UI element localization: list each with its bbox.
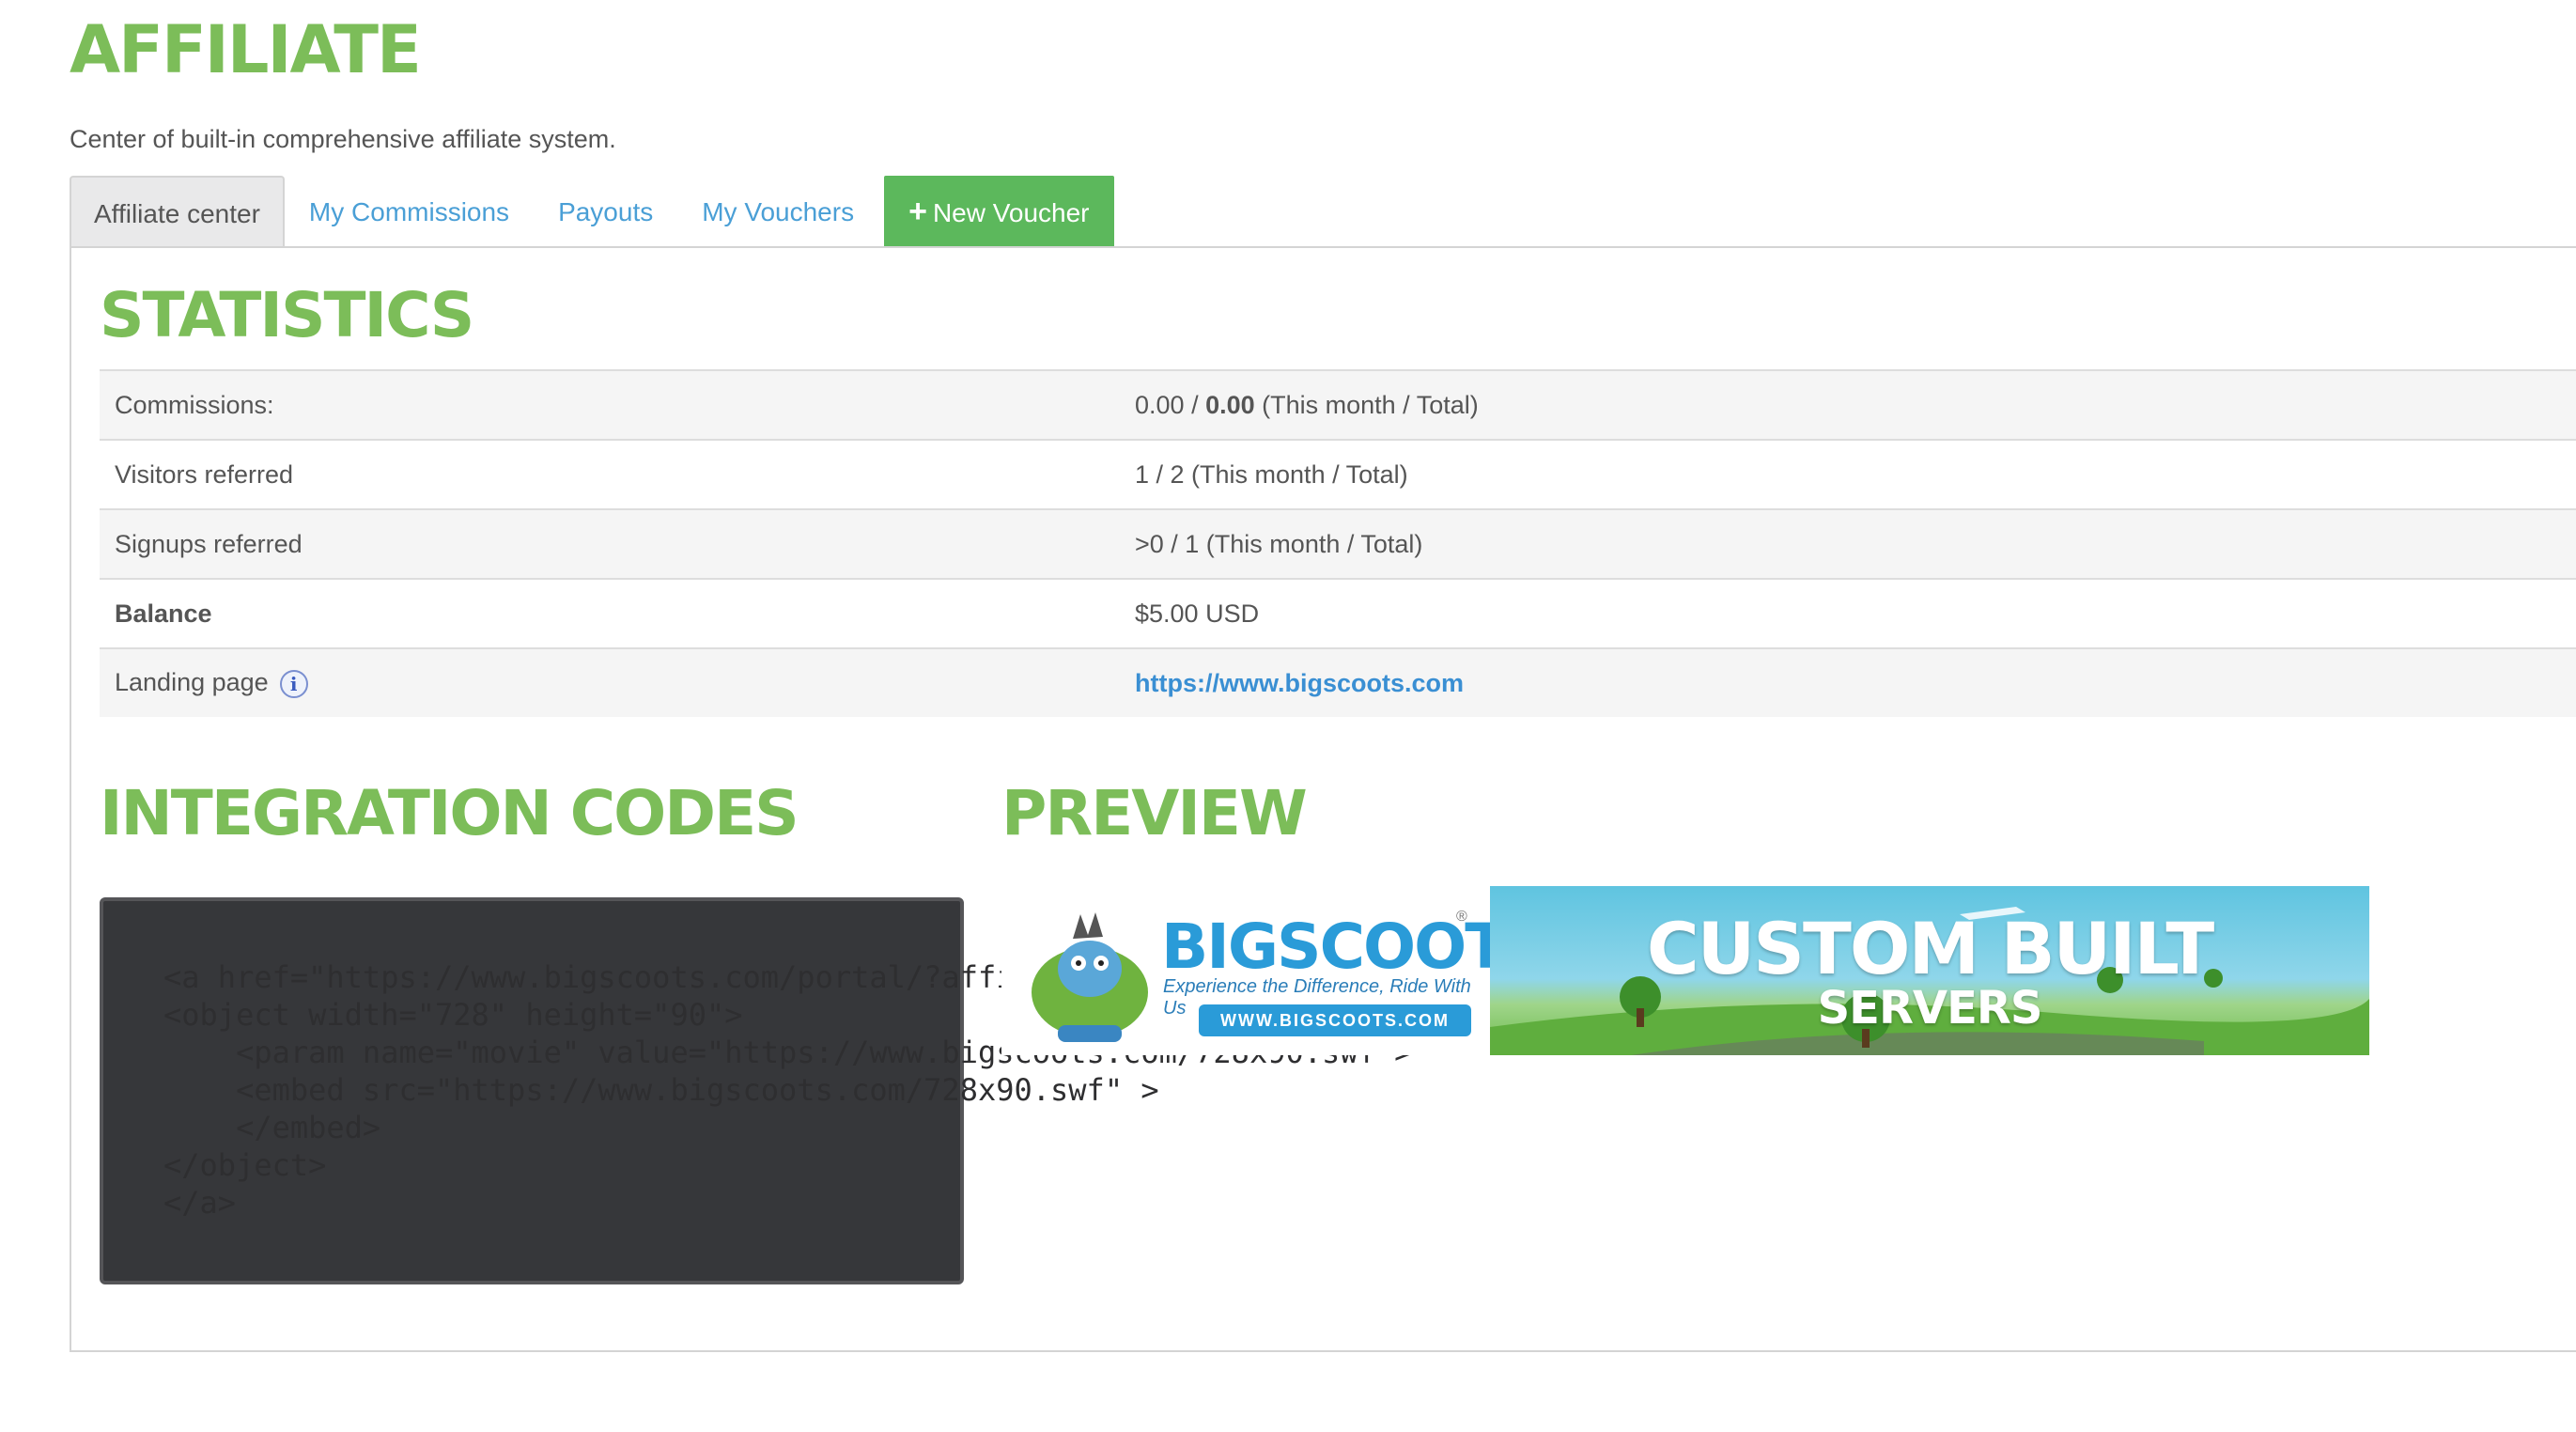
commissions-suffix: (This month / Total) <box>1254 390 1479 419</box>
commissions-month: 0.00 <box>1135 390 1185 419</box>
integration-codes-title: INTEGRATION CODES <box>100 777 799 849</box>
commissions-total: 0.00 <box>1205 390 1255 419</box>
visitors-label: Visitors referred <box>100 439 1105 509</box>
page-description: Center of built-in comprehensive affilia… <box>70 125 616 153</box>
statistics-table: Commissions: 0.00 / 0.00 (This month / T… <box>100 369 2576 717</box>
code-line: </a> <box>163 1185 237 1221</box>
new-voucher-button[interactable]: + New Voucher <box>884 176 1114 248</box>
brand-registered-mark: ® <box>1456 909 1467 925</box>
brand-url-badge: WWW.BIGSCOOTS.COM <box>1199 1004 1471 1036</box>
commissions-label: Commissions: <box>100 369 1105 440</box>
tab-my-vouchers[interactable]: My Vouchers <box>677 176 878 248</box>
landing-page-link[interactable]: https://www.bigscoots.com <box>1135 669 1464 697</box>
banner-headline-panel: CUSTOM BUILT SERVERS <box>1490 886 2369 1055</box>
commissions-separator: / <box>1184 390 1206 419</box>
balance-label: Balance <box>100 578 1105 648</box>
signups-label: Signups referred <box>100 508 1105 579</box>
banner-headline-1: CUSTOM BUILT <box>1646 907 2214 990</box>
code-line: </object> <box>163 1147 327 1183</box>
balance-value: $5.00 USD <box>1105 578 2576 648</box>
preview-banner[interactable]: BIGSCOOTS ® Experience the Difference, R… <box>1001 886 2369 1055</box>
code-line: <embed src="https://www.bigscoots.com/72… <box>163 1072 1159 1108</box>
landing-page-label: Landing page <box>115 668 269 697</box>
table-row: Balance $5.00 USD <box>100 578 2576 648</box>
info-icon[interactable]: i <box>279 669 308 698</box>
commissions-value: 0.00 / 0.00 (This month / Total) <box>1105 369 2576 440</box>
affiliate-page: AFFILIATE Center of built-in comprehensi… <box>0 0 2576 1432</box>
table-row: Landing page i https://www.bigscoots.com <box>100 647 2576 717</box>
table-row: Signups referred >0 / 1 (This month / To… <box>100 508 2576 579</box>
code-line: <object width="728" height="90"> <box>163 997 743 1033</box>
plus-icon: + <box>908 194 927 229</box>
banner-brand-panel: BIGSCOOTS ® Experience the Difference, R… <box>1001 886 1550 1055</box>
visitors-value: 1 / 2 (This month / Total) <box>1105 439 2576 509</box>
new-voucher-label: New Voucher <box>932 198 1090 227</box>
mascot-icon <box>1032 912 1148 1042</box>
signups-value: >0 / 1 (This month / Total) <box>1105 508 2576 579</box>
code-line: <a href="https://www.bigscoots.com/porta… <box>163 959 1032 995</box>
preview-title: PREVIEW <box>1001 777 1308 849</box>
table-row: Commissions: 0.00 / 0.00 (This month / T… <box>100 369 2576 440</box>
table-row: Visitors referred 1 / 2 (This month / To… <box>100 439 2576 509</box>
code-line: </embed> <box>163 1110 381 1145</box>
landing-page-value-cell: https://www.bigscoots.com <box>1105 647 2576 717</box>
banner-headline-2: SERVERS <box>1817 982 2043 1035</box>
landing-page-label-cell: Landing page i <box>100 647 1105 717</box>
affiliate-tabs: Affiliate center My Commissions Payouts … <box>70 176 1114 248</box>
tab-affiliate-center[interactable]: Affiliate center <box>70 176 285 248</box>
statistics-title: STATISTICS <box>100 279 474 351</box>
tab-payouts[interactable]: Payouts <box>534 176 677 248</box>
tab-my-commissions[interactable]: My Commissions <box>285 176 534 248</box>
page-title: AFFILIATE <box>70 11 422 88</box>
